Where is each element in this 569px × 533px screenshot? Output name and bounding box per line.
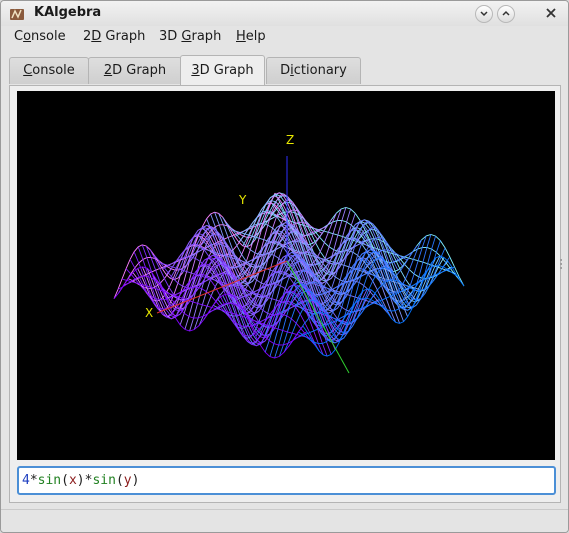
minimize-button[interactable] [475, 5, 493, 23]
y-axis-label: Y [238, 193, 247, 207]
chevron-up-icon [502, 10, 510, 16]
status-bar [1, 509, 568, 532]
kalgebra-app-icon [10, 9, 24, 20]
expression-token: ( [61, 473, 69, 488]
title-bar[interactable]: KAlgebra [1, 1, 568, 26]
x-axis-label: X [145, 306, 153, 320]
menu-bar: Console 2D Graph 3D Graph Help [1, 27, 568, 49]
chevron-down-icon [480, 11, 488, 17]
expression-token: 4 [22, 473, 30, 488]
z-axis-label: Z [286, 133, 294, 147]
expression-token: ) [76, 473, 85, 488]
expression-input[interactable]: 4*sin(x)*sin(y) [17, 466, 556, 495]
surface-mesh [113, 192, 465, 359]
tab-2d-graph[interactable]: 2D Graph [88, 57, 182, 84]
expression-token: x [68, 473, 77, 488]
tab-console[interactable]: Console [9, 57, 89, 84]
close-icon [546, 8, 556, 18]
tab-dictionary[interactable]: Dictionary [266, 57, 361, 84]
kalgebra-window: KAlgebra Console 2D Graph 3D Graph Help … [0, 0, 569, 533]
expression-token: ) [131, 473, 140, 488]
surface-line [165, 243, 356, 335]
close-button[interactable] [543, 5, 559, 21]
menu-2d-graph[interactable]: 2D Graph [83, 29, 145, 44]
resize-grip[interactable] [560, 259, 564, 269]
surface-line [113, 266, 304, 359]
expression-token: sin [92, 473, 116, 488]
expression-token: ( [115, 473, 124, 488]
expression-token: * [29, 473, 38, 488]
3d-graph-view[interactable]: Z X Y [17, 91, 555, 460]
window-title: KAlgebra [34, 5, 102, 20]
graph-panel: Z X Y 4*sin(x)*sin(y) [9, 85, 561, 503]
tab-3d-graph[interactable]: 3D Graph [180, 55, 265, 86]
menu-console[interactable]: Console [14, 29, 66, 44]
expression-token: y [123, 473, 132, 488]
expression-token: sin [37, 473, 62, 488]
menu-3d-graph[interactable]: 3D Graph [159, 29, 221, 44]
menu-help[interactable]: Help [236, 29, 266, 44]
maximize-button[interactable] [497, 5, 515, 23]
